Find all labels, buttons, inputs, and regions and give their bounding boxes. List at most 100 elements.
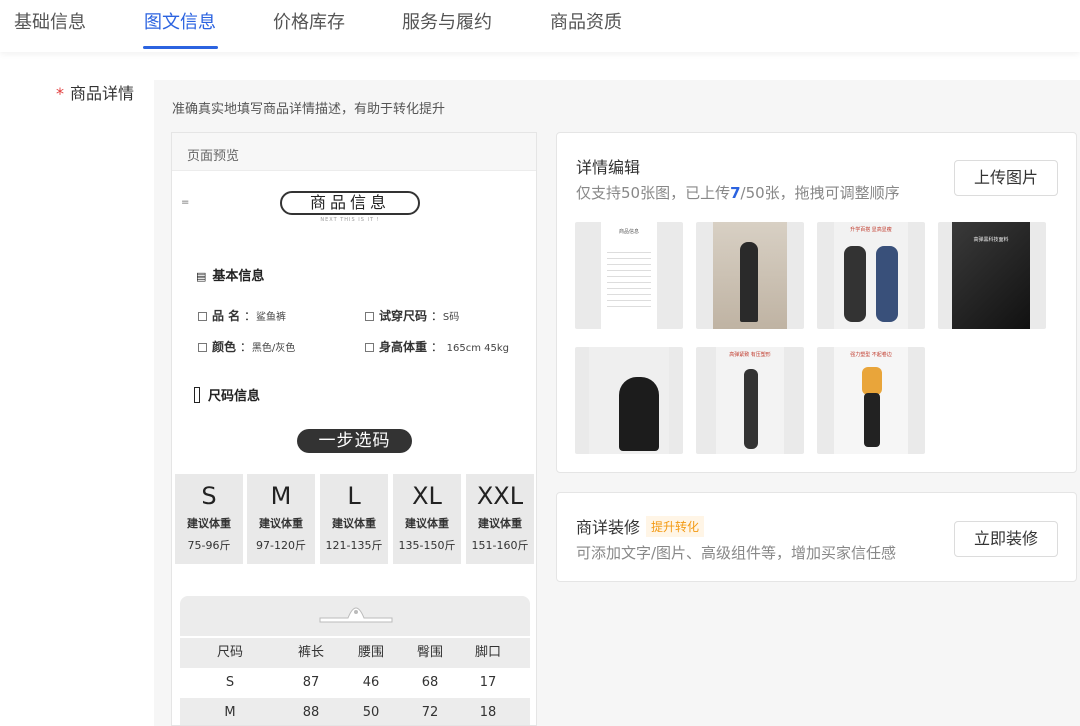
preview-header: 页面预览	[172, 133, 536, 171]
detail-image-thumb[interactable]	[575, 347, 683, 454]
bracket-icon	[194, 387, 200, 403]
table-cell: 17	[460, 668, 516, 698]
table-header-cell: 臀围	[400, 638, 460, 668]
size-range: 121-135斤	[320, 537, 388, 553]
thumb-image: 强力塑型 不起卷边	[834, 347, 908, 454]
person-figure-icon	[740, 242, 758, 322]
size-range: 135-150斤	[393, 537, 461, 553]
table-cell: M	[180, 698, 280, 726]
table-cell: 88	[280, 698, 342, 726]
info-row-color: 颜色 ：黑色/灰色	[198, 338, 295, 355]
info-row-name: 品 名 ：鲨鱼裤	[198, 307, 286, 324]
tab-product-qualification[interactable]: 商品资质	[550, 8, 622, 34]
decorate-desc: 可添加文字/图片、高级组件等，增加买家信任感	[576, 542, 896, 563]
info-value: S码	[443, 312, 459, 323]
size-label: 建议体重	[320, 515, 388, 531]
decorate-title: 商详装修	[576, 518, 640, 537]
table-header-cell: 裤长	[280, 638, 342, 668]
table-cell: 46	[342, 668, 400, 698]
tab-price-stock[interactable]: 价格库存	[273, 8, 345, 34]
thumb-caption: 升学百搭 显高显瘦	[834, 226, 908, 233]
active-tab-indicator	[143, 46, 218, 49]
thumb-caption: 高弹黑科技面料	[952, 236, 1030, 243]
table-cell: 50	[342, 698, 400, 726]
thumb-image: 升学百搭 显高显瘦	[834, 222, 908, 329]
info-key: 身高体重	[379, 340, 427, 354]
size-cell: XL 建议体重 135-150斤	[393, 474, 461, 564]
size-name: XL	[393, 480, 461, 512]
size-label: 建议体重	[466, 515, 534, 531]
thumb-image	[589, 347, 669, 454]
thumb-caption: 商品信息	[601, 228, 657, 235]
detail-image-thumb[interactable]: 升学百搭 显高显瘦	[817, 222, 925, 329]
thumb-image: 高弹黑科技面料	[952, 222, 1030, 329]
tab-service-fulfillment[interactable]: 服务与履约	[402, 8, 492, 34]
tab-basic-info[interactable]: 基础信息	[14, 8, 86, 34]
size-info-title: 尺码信息	[208, 389, 260, 404]
decorate-now-button[interactable]: 立即装修	[954, 521, 1058, 557]
person-figure-icon	[844, 246, 866, 322]
info-key: 试穿尺码	[379, 309, 427, 323]
size-range: 75-96斤	[175, 537, 243, 553]
document-icon: ▤	[196, 270, 206, 283]
product-detail-label-text: 商品详情	[70, 84, 134, 103]
detail-image-thumb[interactable]: 商品信息	[575, 222, 683, 329]
upload-image-button[interactable]: 上传图片	[954, 160, 1058, 196]
checkbox-icon	[365, 312, 374, 321]
thumb-caption: 高弹紧致 有压塑形	[716, 351, 784, 358]
size-cell: XXL 建议体重 151-160斤	[466, 474, 534, 564]
table-header-cell: 脚口	[460, 638, 516, 668]
required-mark: *	[56, 84, 64, 103]
upload-drag-hint: /50张，拖拽可调整顺序	[741, 184, 900, 202]
detail-image-thumb[interactable]: 高弹黑科技面料	[938, 222, 1046, 329]
preview-title: 商品信息	[280, 191, 420, 215]
size-name: M	[247, 480, 315, 512]
info-row-height-weight: 身高体重 ： 165cm 45kg	[365, 338, 509, 355]
basic-info-title: 基本信息	[212, 269, 264, 284]
thumb-image: 商品信息	[601, 222, 657, 329]
info-key: 品 名	[212, 309, 240, 323]
leg-shape-icon	[619, 377, 659, 451]
checkbox-icon	[198, 312, 207, 321]
detail-edit-subtitle: 仅支持50张图，已上传7/50张，拖拽可调整顺序	[576, 182, 900, 203]
detail-image-thumb[interactable]	[696, 222, 804, 329]
size-name: L	[320, 480, 388, 512]
size-label: 建议体重	[175, 515, 243, 531]
detail-edit-card: 详情编辑 仅支持50张图，已上传7/50张，拖拽可调整顺序 上传图片 商品信息 …	[556, 132, 1077, 473]
info-value: 165cm 45kg	[447, 343, 509, 354]
size-table: 尺码 裤长 腰围 臀围 脚口 S 87 46 68 17 M 88 50 72 …	[180, 638, 530, 726]
info-value: 黑色/灰色	[252, 343, 295, 354]
size-cell: S 建议体重 75-96斤	[175, 474, 243, 564]
size-name: S	[175, 480, 243, 512]
detail-edit-title: 详情编辑	[576, 154, 640, 178]
checkbox-icon	[198, 343, 207, 352]
size-cell: M 建议体重 97-120斤	[247, 474, 315, 564]
checkbox-icon	[365, 343, 374, 352]
page-preview[interactable]: 页面预览 = 商品信息 NEXT THIS IS IT ! ▤ 基本信息 品 名 …	[171, 132, 537, 726]
thumb-lines	[607, 247, 651, 307]
size-label: 建议体重	[393, 515, 461, 531]
tab-bar: 基础信息 图文信息 价格库存 服务与履约 商品资质	[0, 0, 1080, 52]
detail-image-thumb[interactable]: 强力塑型 不起卷边	[817, 347, 925, 454]
person-figure-icon	[744, 369, 758, 449]
tab-image-text-info[interactable]: 图文信息	[144, 8, 216, 34]
table-header-cell: 尺码	[180, 638, 280, 668]
size-range: 151-160斤	[466, 537, 534, 553]
decorate-card: 商详装修提升转化 可添加文字/图片、高级组件等，增加买家信任感 立即装修	[556, 492, 1077, 582]
preview-dash: =	[181, 197, 189, 208]
size-table-banner	[180, 596, 530, 636]
info-value: 鲨鱼裤	[256, 312, 286, 323]
thumb-image: 高弹紧致 有压塑形	[716, 347, 784, 454]
info-key: 颜色	[212, 340, 236, 354]
table-cell: 72	[400, 698, 460, 726]
upload-limit-text: 仅支持50张图，已上传	[576, 184, 730, 202]
person-figure-icon	[862, 367, 882, 395]
size-range: 97-120斤	[247, 537, 315, 553]
preview-subtitle: NEXT THIS IS IT !	[280, 217, 420, 223]
detail-image-thumb[interactable]: 高弹紧致 有压塑形	[696, 347, 804, 454]
thumb-caption: 强力塑型 不起卷边	[834, 351, 908, 358]
table-header-cell: 腰围	[342, 638, 400, 668]
product-detail-label: * 商品详情	[56, 80, 134, 104]
size-name: XXL	[466, 480, 534, 512]
boost-conversion-badge: 提升转化	[646, 516, 704, 537]
